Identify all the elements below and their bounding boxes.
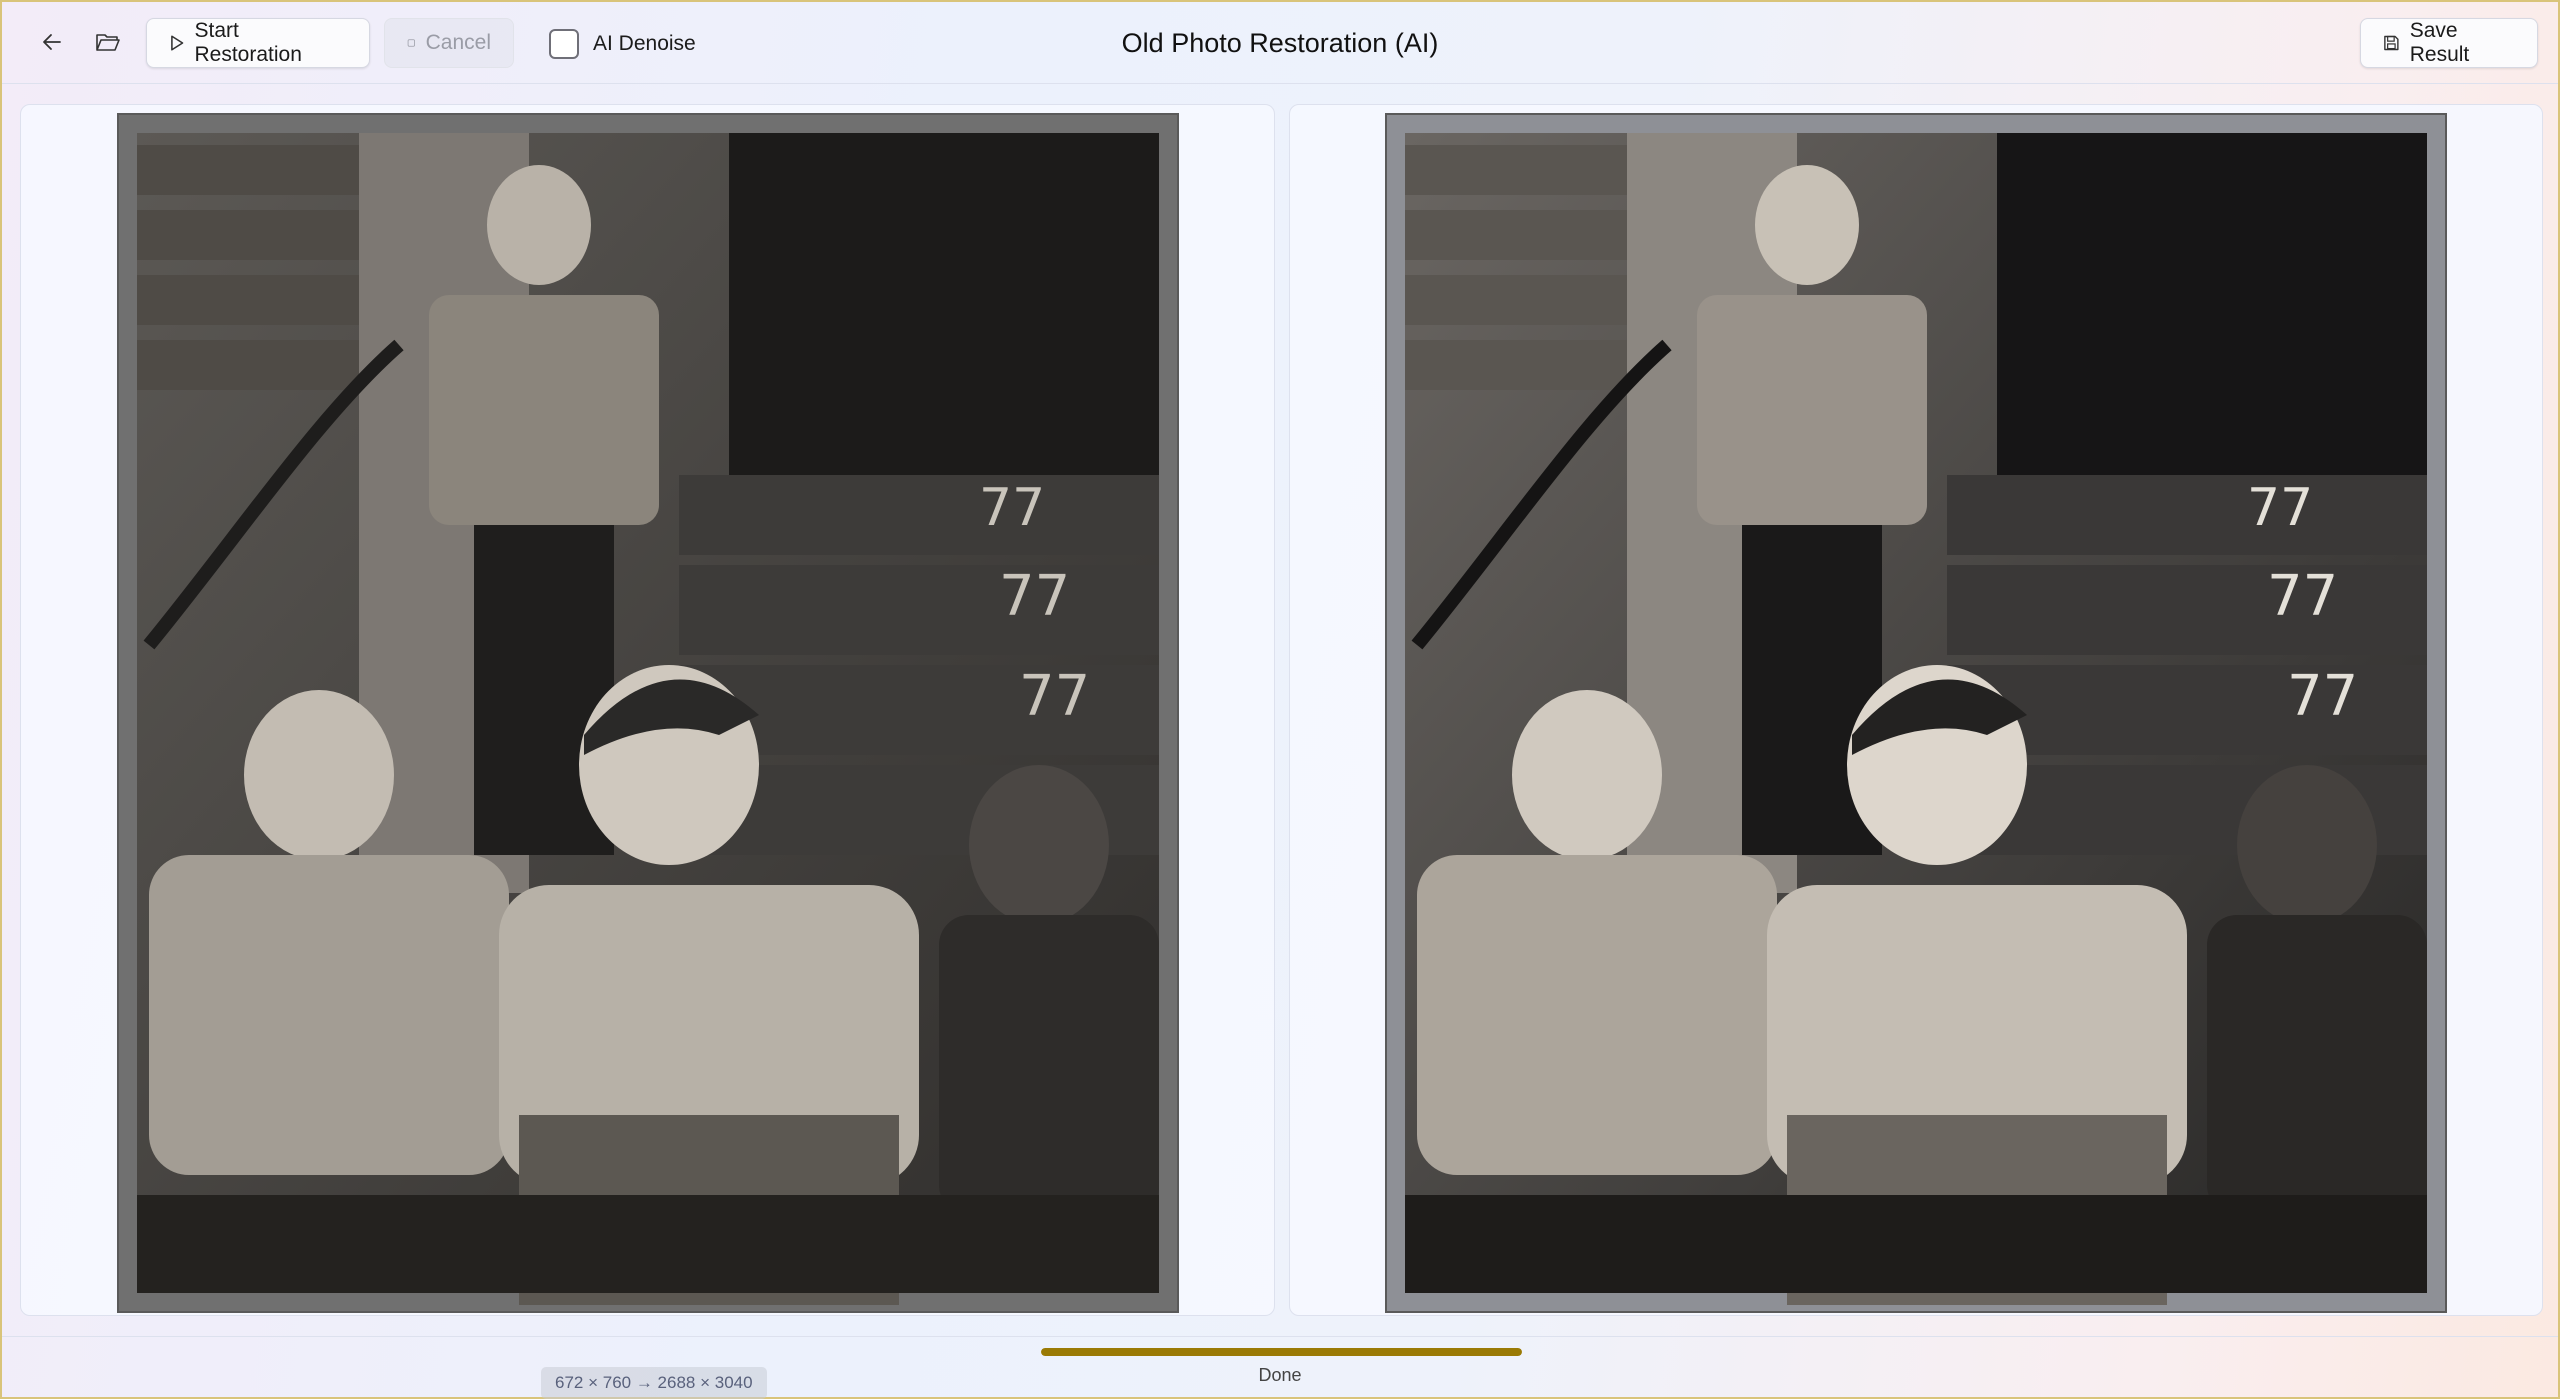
svg-text:77: 77 bbox=[999, 564, 1070, 629]
svg-text:77: 77 bbox=[2287, 664, 2358, 729]
save-result-button[interactable]: Save Result bbox=[2360, 18, 2538, 68]
ai-denoise-checkbox[interactable]: AI Denoise bbox=[549, 24, 696, 64]
restored-photo: 77 77 77 bbox=[1385, 113, 2447, 1313]
original-image-panel: 77 77 77 672 × 760 → 2688 × 3040 bbox=[20, 104, 1275, 1399]
progress-fill bbox=[1041, 1348, 1522, 1356]
start-restoration-button[interactable]: Start Restoration bbox=[146, 18, 370, 68]
play-icon bbox=[171, 35, 184, 51]
start-restoration-label: Start Restoration bbox=[194, 19, 302, 66]
status-bar: Done bbox=[2, 1336, 2558, 1399]
status-text: Done bbox=[1258, 1365, 1302, 1385]
svg-text:77: 77 bbox=[979, 478, 1045, 538]
restored-image-panel: 77 77 77 bbox=[1289, 104, 2543, 1316]
ai-denoise-label: AI Denoise bbox=[593, 32, 696, 55]
progress-bar bbox=[1041, 1348, 1522, 1356]
back-arrow-icon[interactable] bbox=[30, 20, 74, 64]
cancel-button[interactable]: Cancel bbox=[384, 18, 514, 68]
save-disk-icon bbox=[2384, 35, 2399, 51]
folder-open-icon[interactable] bbox=[86, 20, 130, 64]
svg-text:77: 77 bbox=[2247, 478, 2313, 538]
save-result-label: Save Result bbox=[2409, 19, 2470, 66]
stop-icon bbox=[407, 39, 415, 47]
svg-text:77: 77 bbox=[1019, 664, 1090, 729]
svg-text:77: 77 bbox=[2267, 564, 2338, 629]
cancel-label: Cancel bbox=[425, 31, 491, 54]
checkbox-box[interactable] bbox=[549, 29, 579, 59]
original-photo: 77 77 77 bbox=[117, 113, 1179, 1313]
toolbar: Start Restoration Cancel AI Denoise Old … bbox=[2, 2, 2558, 84]
